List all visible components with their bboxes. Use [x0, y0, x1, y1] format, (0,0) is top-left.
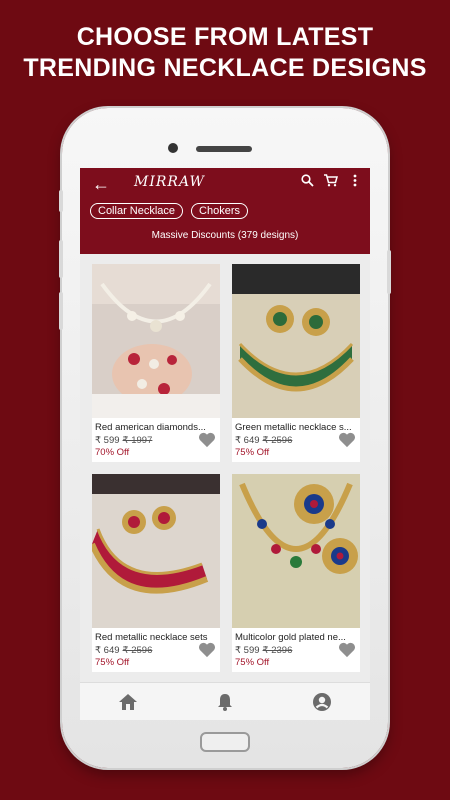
- arrow-left-icon[interactable]: ←: [92, 174, 110, 195]
- heart-icon[interactable]: [198, 642, 216, 658]
- original-price: ₹ 2596: [122, 645, 153, 656]
- phone-volume-up: [59, 240, 63, 278]
- product-name: Red metallic necklace sets: [95, 632, 208, 643]
- headline-line-1: CHOOSE FROM LATEST: [76, 23, 374, 51]
- product-image: [232, 474, 360, 628]
- product-card[interactable]: Red american diamonds... ₹ 599 ₹ 1997 70%…: [92, 264, 220, 462]
- product-price: ₹ 649 ₹ 2596: [235, 435, 292, 446]
- phone-home-button: [200, 732, 250, 752]
- app-bar: ← MIRRAW Collar Necklace Chokers Massive…: [80, 168, 370, 254]
- bottom-navigation: [80, 682, 370, 720]
- sale-price: ₹ 649: [95, 645, 120, 656]
- cart-icon[interactable]: [324, 174, 338, 190]
- heart-icon[interactable]: [338, 642, 356, 658]
- filter-chips: Collar Necklace Chokers: [90, 203, 248, 219]
- product-price: ₹ 599 ₹ 1997: [95, 435, 152, 446]
- app-logo: MIRRAW: [134, 174, 205, 190]
- chip-chokers[interactable]: Chokers: [191, 203, 248, 219]
- original-price: ₹ 2596: [262, 435, 293, 446]
- more-vert-icon[interactable]: [348, 174, 362, 190]
- discount-label: 75% Off: [235, 447, 270, 458]
- product-price: ₹ 599 ₹ 2396: [235, 645, 292, 656]
- phone-camera: [168, 143, 178, 153]
- product-card[interactable]: Red metallic necklace sets ₹ 649 ₹ 2596 7…: [92, 474, 220, 672]
- original-price: ₹ 2396: [262, 645, 293, 656]
- account-icon[interactable]: [312, 692, 332, 712]
- sale-price: ₹ 599: [95, 435, 120, 446]
- product-name: Green metallic necklace s...: [235, 422, 352, 433]
- toolbar-actions: [300, 174, 362, 190]
- heart-icon[interactable]: [338, 432, 356, 448]
- phone-speaker: [196, 146, 252, 152]
- sale-price: ₹ 649: [235, 435, 260, 446]
- discount-banner: Massive Discounts (379 designs): [151, 230, 299, 241]
- phone-volume-down: [59, 292, 63, 330]
- product-card[interactable]: Green metallic necklace s... ₹ 649 ₹ 2596…: [232, 264, 360, 462]
- product-name: Red american diamonds...: [95, 422, 206, 433]
- original-price: ₹ 1997: [122, 435, 153, 446]
- phone-side-button: [59, 190, 63, 212]
- product-card[interactable]: Multicolor gold plated ne... ₹ 599 ₹ 2396…: [232, 474, 360, 672]
- product-name: Multicolor gold plated ne...: [235, 632, 346, 643]
- discount-label: 75% Off: [95, 657, 130, 668]
- headline-line-2: TRENDING NECKLACE DESIGNS: [23, 54, 427, 82]
- app-screen: ← MIRRAW Collar Necklace Chokers Massive…: [80, 168, 370, 720]
- home-icon[interactable]: [118, 692, 138, 712]
- product-price: ₹ 649 ₹ 2596: [95, 645, 152, 656]
- search-icon[interactable]: [300, 174, 314, 190]
- discount-label: 70% Off: [95, 447, 130, 458]
- product-image: [92, 264, 220, 418]
- product-image: [92, 474, 220, 628]
- chip-collar-necklace[interactable]: Collar Necklace: [90, 203, 184, 219]
- product-image: [232, 264, 360, 418]
- bell-icon[interactable]: [215, 692, 235, 712]
- heart-icon[interactable]: [198, 432, 216, 448]
- promo-headline: CHOOSE FROM LATEST TRENDING NECKLACE DES…: [0, 22, 450, 84]
- sale-price: ₹ 599: [235, 645, 260, 656]
- discount-label: 75% Off: [235, 657, 270, 668]
- phone-power-button: [387, 250, 391, 294]
- product-grid: Red american diamonds... ₹ 599 ₹ 1997 70%…: [92, 264, 360, 672]
